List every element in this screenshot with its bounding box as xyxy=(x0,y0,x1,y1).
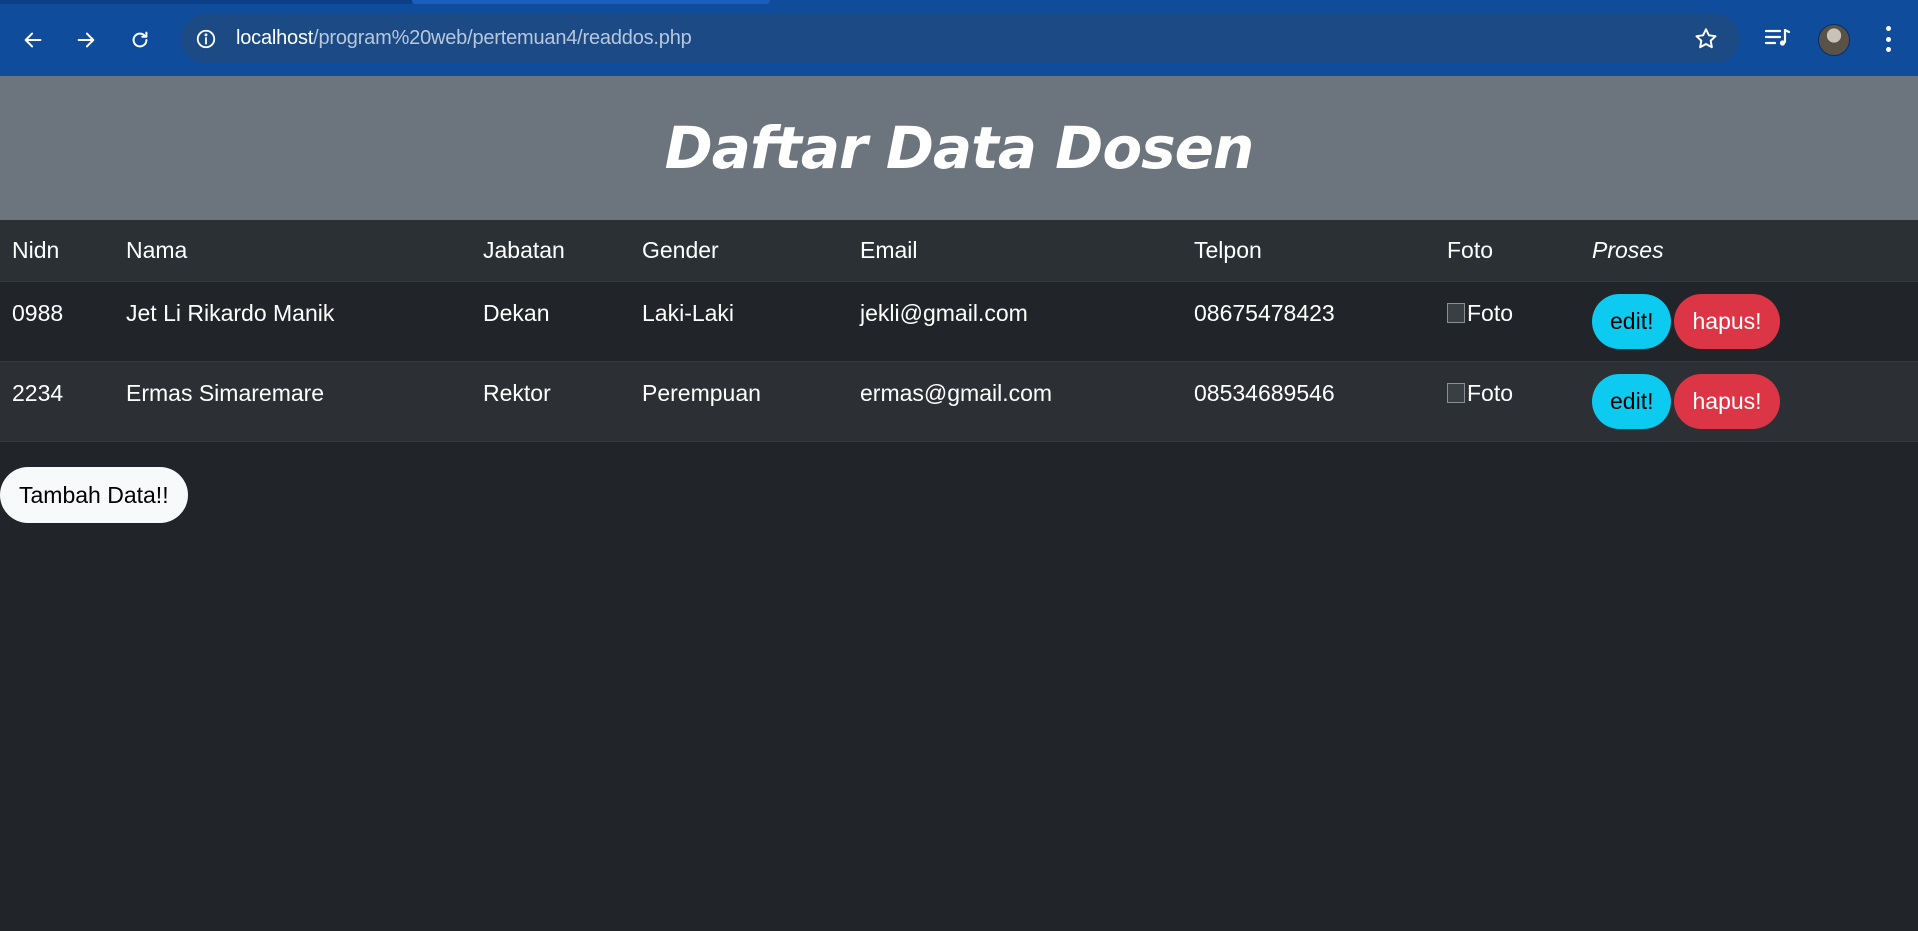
cell-foto: Foto xyxy=(1435,361,1580,441)
cell-telpon: 08675478423 xyxy=(1194,299,1335,326)
col-gender: Gender xyxy=(642,236,719,263)
col-nama: Nama xyxy=(126,236,188,263)
dosen-table: Nidn Nama Jabatan Gender Email Telpon Fo… xyxy=(0,220,1918,442)
browser-menu-icon[interactable] xyxy=(1878,26,1898,52)
active-tab-edge[interactable] xyxy=(412,0,770,4)
foto-alt-text: Foto xyxy=(1467,379,1514,406)
back-button[interactable] xyxy=(15,22,51,58)
media-control-icon[interactable] xyxy=(1764,26,1792,50)
table-header: Nidn Nama Jabatan Gender Email Telpon Fo… xyxy=(0,220,1918,281)
table-row: 2234 Ermas Simaremare Rektor Perempuan e… xyxy=(0,361,1918,441)
cell-nama: Jet Li Rikardo Manik xyxy=(126,299,335,326)
cell-telpon: 08534689546 xyxy=(1194,379,1335,406)
cell-gender: Perempuan xyxy=(642,379,761,406)
tab-strip xyxy=(0,0,412,4)
cell-jabatan: Rektor xyxy=(483,379,551,406)
header-row: Nidn Nama Jabatan Gender Email Telpon Fo… xyxy=(0,220,1918,281)
col-proses: Proses xyxy=(1592,236,1664,263)
url-text[interactable]: localhost/program%20web/pertemuan4/readd… xyxy=(236,27,692,50)
broken-image: Foto xyxy=(1447,380,1513,407)
col-foto: Foto xyxy=(1447,236,1494,263)
cell-gender: Laki-Laki xyxy=(642,299,735,326)
cell-proses: edit! hapus! xyxy=(1580,281,1918,361)
page-header: Daftar Data Dosen xyxy=(0,76,1918,220)
cell-nidn: 0988 xyxy=(12,299,64,326)
browser-toolbar: localhost/program%20web/pertemuan4/readd… xyxy=(0,0,1918,76)
tambah-data-button[interactable]: Tambah Data!! xyxy=(0,466,188,523)
forward-button[interactable] xyxy=(68,22,104,58)
edit-button[interactable]: edit! xyxy=(1592,293,1672,349)
hapus-button[interactable]: hapus! xyxy=(1674,293,1780,349)
arrow-left-icon xyxy=(24,32,42,48)
table-row: 0988 Jet Li Rikardo Manik Dekan Laki-Lak… xyxy=(0,281,1918,361)
cell-email: ermas@gmail.com xyxy=(860,379,1053,406)
site-info-icon[interactable] xyxy=(191,24,221,54)
bookmark-star-icon[interactable] xyxy=(1693,26,1719,52)
address-bar[interactable]: localhost/program%20web/pertemuan4/readd… xyxy=(181,14,1739,64)
reload-icon xyxy=(132,31,148,48)
cell-jabatan: Dekan xyxy=(483,299,550,326)
add-section: Tambah Data!! xyxy=(0,442,1918,523)
cell-email: jekli@gmail.com xyxy=(860,299,1028,326)
cell-nidn: 2234 xyxy=(12,379,64,406)
col-email: Email xyxy=(860,236,918,263)
url-path: /program%20web/pertemuan4/readdos.php xyxy=(313,27,692,49)
cell-proses: edit! hapus! xyxy=(1580,361,1918,441)
arrow-right-icon xyxy=(77,32,95,48)
col-nidn: Nidn xyxy=(12,236,60,263)
broken-image-icon xyxy=(1447,303,1465,323)
page-title: Daftar Data Dosen xyxy=(664,114,1255,182)
broken-image: Foto xyxy=(1447,300,1513,327)
edit-button[interactable]: edit! xyxy=(1592,373,1672,429)
hapus-button[interactable]: hapus! xyxy=(1674,373,1780,429)
col-jabatan: Jabatan xyxy=(483,236,565,263)
url-host: localhost xyxy=(236,27,314,49)
profile-avatar[interactable] xyxy=(1818,24,1850,56)
table-body: 0988 Jet Li Rikardo Manik Dekan Laki-Lak… xyxy=(0,281,1918,441)
cell-foto: Foto xyxy=(1435,281,1580,361)
foto-alt-text: Foto xyxy=(1467,299,1514,326)
broken-image-icon xyxy=(1447,383,1465,403)
col-telpon: Telpon xyxy=(1194,236,1262,263)
cell-nama: Ermas Simaremare xyxy=(126,379,325,406)
reload-button[interactable] xyxy=(122,22,158,58)
